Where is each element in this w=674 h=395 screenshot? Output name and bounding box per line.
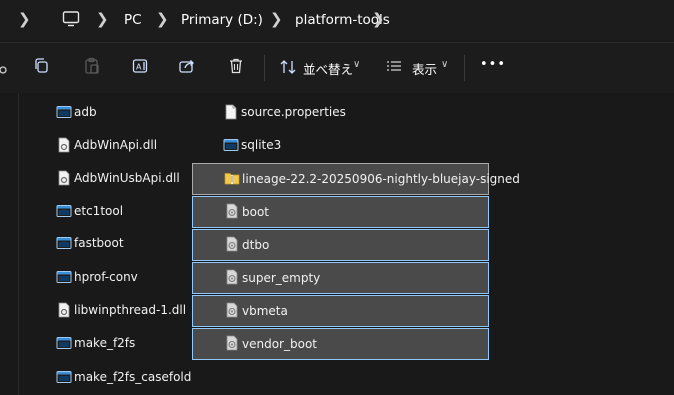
file-item-selected[interactable]: super_empty	[192, 262, 489, 294]
file-name: dtbo	[242, 238, 270, 252]
zip-folder-icon	[224, 173, 240, 185]
dll-icon	[58, 170, 70, 186]
file-item[interactable]: make_f2fs	[52, 329, 202, 359]
file-item-selected[interactable]: vendor_boot	[192, 328, 489, 360]
sort-button-label[interactable]: 並べ替え	[303, 59, 353, 78]
exe-icon	[56, 205, 72, 217]
breadcrumb-pc[interactable]: PC	[124, 11, 142, 29]
exe-icon	[56, 371, 72, 383]
view-button-label[interactable]: 表示	[412, 59, 437, 78]
file-item-selected[interactable]: boot	[192, 196, 489, 228]
img-file-icon	[226, 203, 238, 219]
file-item[interactable]: etc1tool	[52, 197, 202, 227]
file-name: source.properties	[241, 105, 346, 119]
file-name: AdbWinUsbApi.dll	[74, 171, 180, 185]
img-file-icon	[226, 269, 238, 285]
file-name: vbmeta	[242, 304, 288, 318]
address-bar: ❯ ❯ PC ❯ Primary (D:) ❯ platform-tools ❯	[0, 0, 674, 40]
exe-icon	[56, 237, 72, 249]
dll-icon	[58, 137, 70, 153]
file-item[interactable]: adb	[52, 98, 202, 128]
file-name: make_f2fs_casefold	[74, 370, 192, 384]
chevron-right-icon[interactable]: ❯	[270, 10, 283, 28]
file-item[interactable]: sqlite3	[219, 131, 489, 161]
cut-icon[interactable]	[0, 57, 12, 79]
file-name: hprof-conv	[74, 270, 138, 284]
file-name: boot	[242, 205, 270, 219]
copy-icon[interactable]	[33, 57, 55, 79]
file-item-selected[interactable]: vbmeta	[192, 295, 489, 327]
file-name: fastboot	[74, 236, 124, 250]
file-name: AdbWinApi.dll	[74, 138, 158, 152]
exe-icon	[56, 271, 72, 283]
view-list-icon[interactable]	[386, 58, 408, 80]
chevron-right-icon[interactable]: ❯	[372, 10, 385, 28]
file-icon	[225, 104, 237, 120]
exe-icon	[223, 139, 239, 151]
file-item[interactable]: libwinpthread-1.dll	[52, 296, 202, 326]
img-file-icon	[226, 335, 238, 351]
breadcrumb-primary-drive[interactable]: Primary (D:)	[181, 11, 263, 29]
file-item[interactable]: make_f2fs_casefold	[52, 363, 202, 393]
svg-text:A: A	[136, 63, 142, 72]
delete-icon[interactable]	[227, 57, 249, 79]
chevron-right-icon[interactable]: ❯	[18, 10, 31, 28]
toolbar-separator	[264, 55, 265, 81]
more-options-button[interactable]: •••	[480, 57, 506, 72]
file-item[interactable]: AdbWinUsbApi.dll	[52, 164, 202, 194]
monitor-icon[interactable]	[62, 10, 80, 28]
file-item[interactable]: fastboot	[52, 229, 202, 259]
file-item-selected[interactable]: lineage-22.2-20250906-nightly-bluejay-si…	[192, 163, 520, 195]
share-icon[interactable]	[178, 57, 200, 79]
exe-icon	[56, 106, 72, 118]
exe-icon	[56, 337, 72, 349]
navigation-pane-edge[interactable]	[18, 93, 19, 395]
chevron-down-icon[interactable]: ∨	[441, 59, 448, 70]
sort-icon[interactable]	[279, 58, 301, 80]
file-name: sqlite3	[241, 138, 282, 152]
file-item[interactable]: AdbWinApi.dll	[52, 131, 202, 161]
file-name: adb	[74, 105, 97, 119]
chevron-right-icon[interactable]: ❯	[156, 10, 169, 28]
file-name: super_empty	[242, 271, 321, 285]
paste-icon	[83, 57, 105, 79]
img-file-icon	[226, 302, 238, 318]
command-bar: A 並べ替え ∨ 表示 ∨ •••	[0, 43, 674, 93]
chevron-right-icon[interactable]: ❯	[96, 10, 109, 28]
file-item[interactable]: source.properties	[219, 98, 489, 128]
dll-icon	[58, 302, 70, 318]
img-file-icon	[226, 236, 238, 252]
chevron-down-icon[interactable]: ∨	[353, 59, 360, 70]
file-name: make_f2fs	[74, 336, 136, 350]
file-item-selected[interactable]: dtbo	[192, 229, 489, 261]
file-item[interactable]: hprof-conv	[52, 263, 202, 293]
file-name: vendor_boot	[242, 337, 317, 351]
rename-icon[interactable]: A	[132, 57, 154, 79]
file-name: lineage-22.2-20250906-nightly-bluejay-si…	[242, 172, 520, 186]
file-name: etc1tool	[74, 204, 124, 218]
file-name: libwinpthread-1.dll	[74, 303, 187, 317]
toolbar-separator	[464, 55, 465, 81]
